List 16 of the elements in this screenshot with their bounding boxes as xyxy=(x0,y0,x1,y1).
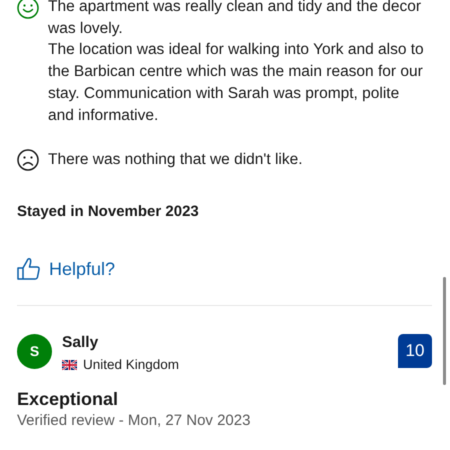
sad-face-icon xyxy=(17,148,39,171)
review-headline: Exceptional xyxy=(17,388,120,412)
stay-date: Stayed in November 2023 xyxy=(17,202,200,222)
helpful-button[interactable]: Helpful? xyxy=(17,256,116,283)
review-text: The apartment was really clean and tidy and the decor was lovely. xyxy=(48,0,422,39)
review-text: The location was ideal for walking into York and also to the Barbican centre which was the main reason for our stay. Communication with Sarah was prompt, polite and informative. xyxy=(48,40,424,126)
scrollbar[interactable] xyxy=(443,277,446,385)
review-meta: Verified review - Mon, 27 Nov 2023 xyxy=(17,411,252,432)
avatar: S xyxy=(17,334,52,369)
score-badge: 10 xyxy=(398,334,432,368)
reviewer-name: Sally xyxy=(62,332,100,353)
review-text: There was nothing that we didn't like. xyxy=(48,150,303,170)
smiley-face-icon xyxy=(17,0,39,19)
thumbs-up-icon xyxy=(17,257,41,282)
flag-icon xyxy=(62,360,77,370)
reviewer-country: United Kingdom xyxy=(83,356,180,374)
